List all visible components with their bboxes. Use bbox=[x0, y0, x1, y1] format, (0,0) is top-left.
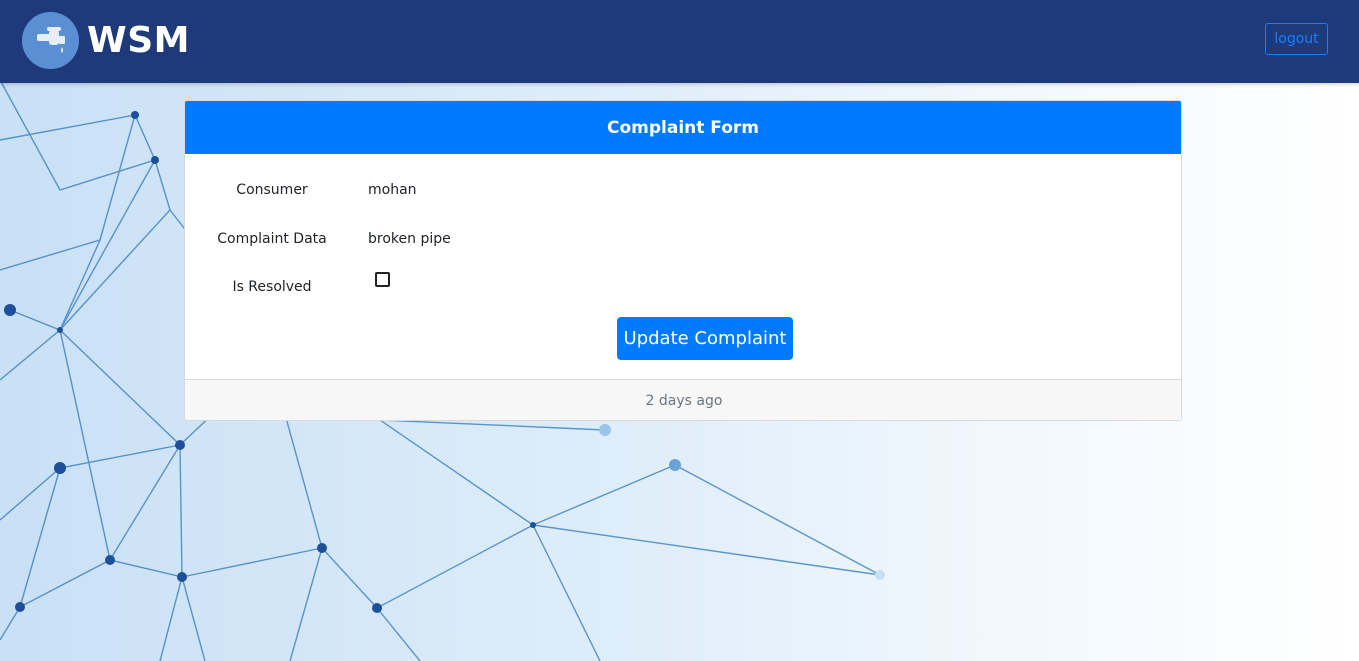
update-complaint-button[interactable]: Update Complaint bbox=[617, 317, 793, 360]
logout-button[interactable]: logout bbox=[1265, 23, 1328, 55]
consumer-label: Consumer bbox=[236, 182, 308, 198]
timestamp-footer: 2 days ago bbox=[185, 379, 1181, 420]
complaint-data-row: Complaint Data broken pipe bbox=[185, 231, 1181, 255]
is-resolved-checkbox[interactable] bbox=[375, 272, 390, 287]
complaint-form-card: Complaint Form Consumer mohan Complaint … bbox=[184, 100, 1182, 421]
consumer-value: mohan bbox=[368, 182, 417, 198]
is-resolved-row: Is Resolved bbox=[185, 272, 1181, 303]
form-title: Complaint Form bbox=[185, 101, 1181, 154]
complaint-data-value: broken pipe bbox=[368, 231, 451, 247]
top-navbar: WSM logout bbox=[0, 0, 1359, 83]
brand-name: WSM bbox=[87, 19, 190, 61]
complaint-data-label: Complaint Data bbox=[217, 231, 327, 247]
water-tap-logo-icon bbox=[22, 11, 79, 69]
consumer-row: Consumer mohan bbox=[185, 182, 1181, 206]
is-resolved-label: Is Resolved bbox=[232, 279, 312, 295]
brand[interactable]: WSM bbox=[22, 11, 190, 69]
